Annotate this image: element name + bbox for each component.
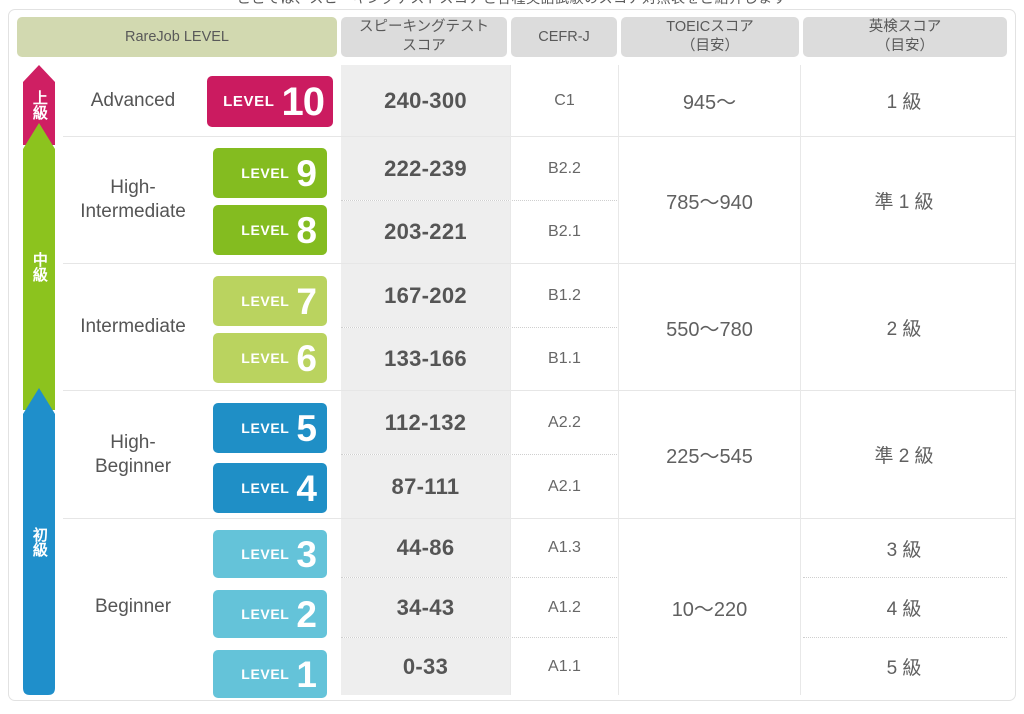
cut-off-caption: ここでは、スピーキングテストスコアと各種英語試験のスコア対照表をご紹介します — [0, 0, 1024, 7]
level-badge-10[interactable]: LEVEL 10 — [207, 76, 333, 127]
level-badge-word: LEVEL — [241, 349, 290, 366]
level-badge-number: 10 — [281, 79, 325, 124]
eiken-cell: 準 1 級 — [874, 191, 934, 213]
level-badge-7[interactable]: LEVEL 7 — [213, 276, 327, 326]
proficiency-band-intermediate: 中級 — [23, 123, 55, 410]
cefr-cell: A1.1 — [548, 657, 581, 675]
toeic-cell: 225〜545 — [666, 446, 753, 468]
proficiency-label-beginner: 初級 — [30, 526, 48, 557]
level-badge-number: 2 — [296, 593, 317, 635]
toeic-cell: 10〜220 — [671, 598, 748, 621]
level-badge-number: 4 — [296, 467, 317, 509]
eiken-cell: 3 級 — [886, 539, 922, 561]
score-comparison-table: RareJob LEVEL スピーキングテスト スコア CEFR-J TOEIC… — [8, 9, 1016, 701]
cefr-cell: A1.3 — [548, 539, 581, 556]
eiken-cell: 5 級 — [886, 658, 922, 679]
speaking-score-cell: 222-239 — [341, 137, 510, 200]
proficiency-rail: 上級 中級 初級 — [9, 10, 63, 700]
level-badge-number: 8 — [296, 209, 317, 251]
toeic-cell: 785〜940 — [666, 191, 753, 214]
speaking-score-cell: 34-43 — [341, 578, 510, 637]
header-speaking-score: スピーキングテスト スコア — [341, 17, 507, 57]
speaking-score-cell: 0-33 — [341, 638, 510, 695]
level-badge-2[interactable]: LEVEL 2 — [213, 590, 327, 638]
header-eiken-score: 英検スコア （目安） — [803, 17, 1007, 57]
cefr-cell: B2.2 — [548, 159, 581, 177]
speaking-score-cell: 87-111 — [341, 455, 510, 518]
speaking-score-cell: 203-221 — [341, 201, 510, 263]
toeic-cell: 945〜 — [682, 92, 737, 114]
level-badge-word: LEVEL — [241, 605, 290, 622]
level-badge-word: LEVEL — [223, 92, 275, 110]
cefr-cell: A1.2 — [548, 598, 581, 616]
level-badge-word: LEVEL — [241, 479, 290, 496]
toeic-cell: 550〜780 — [666, 318, 753, 341]
level-badge-word: LEVEL — [241, 164, 290, 181]
level-group-name: High- Beginner — [94, 431, 172, 477]
header-toeic-score: TOEICスコア （目安） — [621, 17, 799, 57]
level-badge-1[interactable]: LEVEL 1 — [213, 650, 327, 698]
level-group-name: Beginner — [94, 596, 172, 618]
speaking-score-cell: 167-202 — [341, 264, 510, 327]
level-badge-number: 5 — [296, 407, 317, 449]
eiken-cell: 1 級 — [886, 92, 922, 113]
proficiency-label-intermediate: 中級 — [30, 251, 48, 282]
proficiency-label-advanced: 上級 — [30, 90, 48, 120]
eiken-cell: 4 級 — [886, 599, 922, 620]
level-badge-word: LEVEL — [241, 292, 290, 309]
cut-off-caption-text: ここでは、スピーキングテストスコアと各種英語試験のスコア対照表をご紹介します — [0, 0, 1024, 5]
eiken-cell: 2 級 — [886, 318, 922, 340]
level-badge-4[interactable]: LEVEL 4 — [213, 463, 327, 513]
cefr-cell: A2.2 — [548, 413, 581, 431]
level-badge-6[interactable]: LEVEL 6 — [213, 333, 327, 383]
speaking-score-cell: 44-86 — [341, 519, 510, 577]
speaking-score-cell: 240-300 — [341, 65, 510, 136]
level-badge-word: LEVEL — [241, 221, 290, 238]
level-badge-number: 7 — [296, 280, 317, 322]
cefr-cell: A2.1 — [548, 477, 581, 495]
level-badge-9[interactable]: LEVEL 9 — [213, 148, 327, 198]
proficiency-band-beginner: 初級 — [23, 388, 55, 695]
speaking-score-cell: 133-166 — [341, 328, 510, 390]
level-badge-8[interactable]: LEVEL 8 — [213, 205, 327, 255]
table-grid: RareJob LEVEL スピーキングテスト スコア CEFR-J TOEIC… — [9, 10, 1015, 700]
level-group-name: High- Intermediate — [80, 177, 186, 222]
level-badge-word: LEVEL — [241, 665, 290, 682]
level-badge-3[interactable]: LEVEL 3 — [213, 530, 327, 578]
level-badge-word: LEVEL — [241, 545, 290, 562]
speaking-score-cell: 112-132 — [341, 391, 510, 454]
level-badge-number: 6 — [296, 337, 317, 379]
level-group-name: Advanced — [90, 89, 176, 111]
page-root: ここでは、スピーキングテストスコアと各種英語試験のスコア対照表をご紹介します R… — [0, 0, 1024, 714]
level-badge-5[interactable]: LEVEL 5 — [213, 403, 327, 453]
cefr-cell: B1.1 — [548, 350, 581, 367]
header-rarejob-level: RareJob LEVEL — [17, 17, 337, 57]
cefr-cell: B1.2 — [548, 286, 581, 304]
level-badge-number: 1 — [296, 653, 317, 695]
level-group-name: Intermediate — [80, 316, 186, 338]
eiken-cell: 準 2 級 — [874, 446, 934, 467]
cefr-cell: C1 — [554, 91, 575, 109]
header-cefr-j: CEFR-J — [511, 17, 617, 57]
level-badge-number: 9 — [296, 152, 317, 194]
level-badge-word: LEVEL — [241, 419, 290, 436]
level-badge-number: 3 — [296, 533, 317, 575]
cefr-cell: B2.1 — [548, 223, 581, 240]
